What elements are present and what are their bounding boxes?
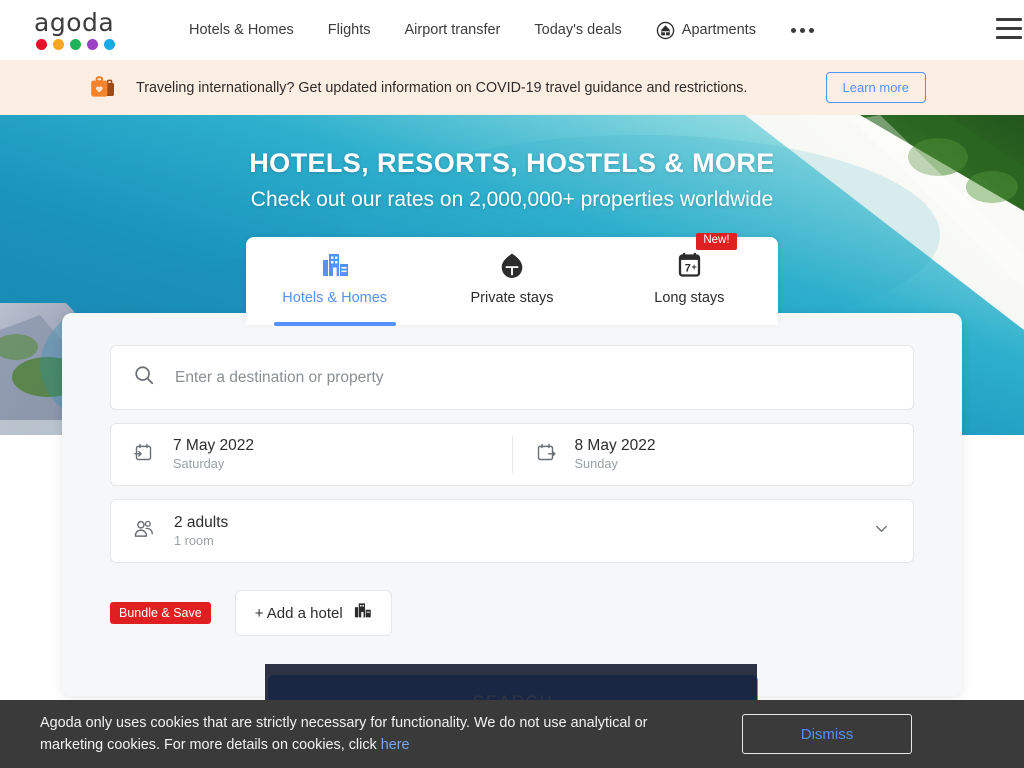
search-icon — [133, 364, 155, 391]
hero-subheading: Check out our rates on 2,000,000+ proper… — [250, 188, 774, 211]
check-out-weekday: Sunday — [574, 456, 618, 471]
agoda-logo[interactable]: agoda — [34, 10, 130, 50]
logo-dot-red — [36, 39, 47, 50]
ellipsis-icon[interactable] — [773, 0, 832, 60]
hotel-building-icon — [320, 251, 350, 281]
date-fields: 7 May 2022 Saturday 8 May 2022 Sunday — [110, 423, 914, 486]
cookie-message-text: Agoda only uses cookies that are strictl… — [40, 715, 648, 753]
destination-input[interactable]: Enter a destination or property — [110, 345, 914, 410]
covid-notice-banner: Traveling internationally? Get updated i… — [0, 60, 1024, 115]
nav-item-apartments[interactable]: Apartments — [639, 0, 773, 60]
logo-dot-orange — [53, 39, 64, 50]
nav-label: Airport transfer — [404, 22, 501, 38]
add-hotel-label: + Add a hotel — [254, 604, 343, 622]
covid-message: Traveling internationally? Get updated i… — [136, 79, 748, 96]
logo-dot-purple — [87, 39, 98, 50]
page-root: agoda Hotels & Homes Flights Airport tra… — [0, 0, 1024, 768]
tab-label: Long stays — [654, 290, 725, 306]
occupancy-text: 2 adults 1 room — [174, 513, 228, 550]
nav-label: Today's deals — [534, 22, 622, 38]
destination-placeholder: Enter a destination or property — [175, 368, 384, 386]
check-in-date: 7 May 2022 — [173, 437, 254, 454]
svg-text:+: + — [691, 262, 696, 272]
calendar-arrow-out-icon — [535, 442, 556, 468]
learn-more-button[interactable]: Learn more — [825, 72, 926, 103]
cookie-policy-link[interactable]: here — [381, 737, 410, 753]
cookie-message: Agoda only uses cookies that are strictl… — [40, 712, 700, 756]
logo-dot-blue — [104, 39, 115, 50]
hamburger-menu-icon[interactable] — [996, 18, 1022, 39]
logo-dots — [34, 39, 130, 50]
nav-item-airport-transfer[interactable]: Airport transfer — [387, 0, 517, 60]
building-icon — [353, 602, 372, 624]
main-navigation: Hotels & Homes Flights Airport transfer … — [172, 0, 832, 60]
tab-label: Hotels & Homes — [282, 290, 388, 306]
nav-label: Apartments — [681, 22, 756, 38]
cookie-consent-banner: Agoda only uses cookies that are strictl… — [0, 664, 1024, 768]
chevron-down-icon[interactable] — [872, 519, 891, 543]
calendar-7plus-icon: 7 + — [676, 251, 703, 281]
occupancy-selector[interactable]: 2 adults 1 room — [110, 499, 914, 563]
dismiss-button[interactable]: Dismiss — [742, 714, 912, 754]
new-badge: New! — [696, 233, 737, 250]
logo-wordmark: agoda — [34, 8, 115, 37]
tab-hotels-homes[interactable]: Hotels & Homes — [246, 237, 423, 325]
nav-item-hotels-homes[interactable]: Hotels & Homes — [172, 0, 311, 60]
check-out-field[interactable]: 8 May 2022 Sunday — [511, 436, 914, 473]
suitcase-heart-icon — [88, 74, 118, 102]
tab-private-stays[interactable]: Private stays — [423, 237, 600, 325]
check-in-weekday: Saturday — [173, 456, 225, 471]
search-type-tabs: Hotels & Homes Private stays New! 7 + Lo… — [246, 233, 778, 325]
people-icon — [133, 518, 155, 545]
cookie-banner-overlay-tint — [265, 664, 757, 700]
hero-heading: HOTELS, RESORTS, HOSTELS & MORE — [249, 148, 775, 178]
check-out-date: 8 May 2022 — [574, 437, 656, 454]
bundle-save-badge: Bundle & Save — [110, 601, 211, 625]
site-header: agoda Hotels & Homes Flights Airport tra… — [0, 0, 1024, 60]
search-panel: Enter a destination or property 7 May 20… — [62, 313, 962, 729]
check-in-text: 7 May 2022 Saturday — [173, 436, 254, 473]
check-in-field[interactable]: 7 May 2022 Saturday — [111, 436, 512, 473]
guest-count: 2 adults — [174, 513, 229, 531]
add-hotel-button[interactable]: + Add a hotel — [234, 590, 392, 636]
room-count: 1 room — [174, 532, 214, 548]
calendar-arrow-in-icon — [133, 442, 154, 468]
nav-item-flights[interactable]: Flights — [311, 0, 388, 60]
logo-dot-green — [70, 39, 81, 50]
house-circle-icon — [498, 251, 526, 281]
tab-long-stays[interactable]: New! 7 + Long stays — [601, 233, 778, 325]
nav-label: Hotels & Homes — [189, 22, 294, 38]
check-out-text: 8 May 2022 Sunday — [575, 436, 656, 473]
tab-label: Private stays — [470, 290, 554, 306]
bundle-save-row: Bundle & Save + Add a hotel — [110, 590, 914, 636]
nav-item-todays-deals[interactable]: Today's deals — [517, 0, 638, 60]
apartments-icon — [656, 21, 675, 40]
nav-label: Flights — [327, 22, 371, 38]
date-range-row: 7 May 2022 Saturday 8 May 2022 Sunday — [110, 423, 914, 486]
svg-text:7: 7 — [685, 263, 691, 275]
